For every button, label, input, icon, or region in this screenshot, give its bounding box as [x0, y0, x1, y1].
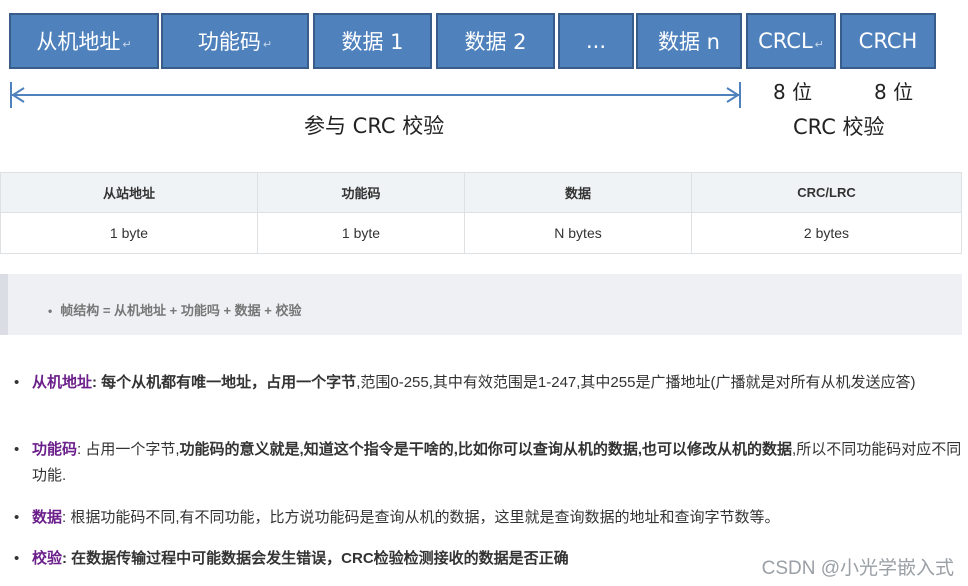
definition-text: : 根据功能码不同,有不同功能，比方说功能码是查询从机的数据，这里就是查询数据的… [62, 509, 780, 526]
bullet-icon: • [14, 550, 20, 567]
cell-data-n: 数据 n [636, 13, 742, 69]
cell-ellipsis: ... [558, 13, 634, 69]
table-cell: 1 byte [257, 212, 465, 254]
definition-bold: : 在数据传输过程中可能数据会发生错误，CRC检验检测接收的数据是否正确 [62, 550, 569, 567]
cell-label: 功能码 [197, 30, 261, 54]
bullet-icon: • [14, 441, 20, 458]
list-item: • 从机地址: 每个从机都有唯一地址，占用一个字节,范围0-255,其中有效范围是… [14, 370, 962, 396]
crch-bits-label: 8 位 [874, 80, 914, 104]
cell-label: CRCH [858, 29, 918, 53]
frame-structure-table: 从站地址 功能码 数据 CRC/LRC 1 byte 1 byte N byte… [0, 172, 962, 254]
definition-text: ,范围0-255,其中有效范围是1-247,其中255是广播地址(广播就是对所有… [356, 374, 916, 391]
definition-bold: 功能码的意义就是,知道这个指令是干啥的,比如你可以查询从机的数据,也可以修改从机… [179, 441, 793, 458]
table-header-row: 从站地址 功能码 数据 CRC/LRC [0, 172, 962, 213]
definition-text: : 占用一个字节, [77, 441, 180, 458]
cell-label: 数据 n [658, 30, 720, 54]
table-header: CRC/LRC [691, 172, 962, 213]
cell-label: CRCL [758, 29, 813, 53]
table-row: 1 byte 1 byte N bytes 2 bytes [0, 212, 962, 254]
table-cell: 2 bytes [691, 212, 962, 254]
crc-caption: CRC 校验 [793, 115, 885, 139]
crcl-bits-label: 8 位 [773, 80, 813, 104]
cell-slave-address: 从机地址 ↵ [9, 13, 159, 69]
term-checksum: 校验 [32, 550, 63, 567]
list-item: • 数据: 根据功能码不同,有不同功能，比方说功能码是查询从机的数据，这里就是查询… [14, 505, 962, 531]
cell-data-2: 数据 2 [436, 13, 555, 69]
table-header: 数据 [464, 172, 692, 213]
cell-label: 数据 2 [464, 30, 527, 54]
cell-label: 从机地址 [36, 30, 121, 54]
definition-bold: : 每个从机都有唯一地址，占用一个字节 [92, 374, 357, 391]
term-function-code: 功能码 [32, 441, 78, 458]
cell-label: ... [585, 29, 607, 53]
cell-data-1: 数据 1 [313, 13, 432, 69]
crc-range-arrow-icon [10, 82, 741, 108]
list-item: • 功能码: 占用一个字节,功能码的意义就是,知道这个指令是干啥的,比如你可以查询… [14, 437, 962, 489]
return-mark-icon: ↵ [122, 37, 132, 51]
term-slave-address: 从机地址 [32, 374, 93, 391]
return-mark-icon: ↵ [814, 37, 824, 51]
table-cell: N bytes [464, 212, 692, 254]
crc-range-caption: 参与 CRC 校验 [304, 114, 445, 138]
quote-item: 帧结构 = 从机地址 + 功能吗 + 数据 + 校验 [48, 300, 301, 319]
table-header: 从站地址 [0, 172, 258, 213]
term-data: 数据 [32, 509, 63, 526]
blockquote: 帧结构 = 从机地址 + 功能吗 + 数据 + 校验 [0, 274, 962, 335]
cell-function-code: 功能码 ↵ [161, 13, 309, 69]
table-header: 功能码 [257, 172, 465, 213]
bullet-icon: • [14, 509, 20, 526]
cell-crcl: CRCL ↵ [746, 13, 836, 69]
return-mark-icon: ↵ [262, 37, 273, 51]
table-cell: 1 byte [0, 212, 258, 254]
watermark: CSDN @小光学嵌入式 [761, 558, 954, 579]
cell-label: 数据 1 [341, 30, 404, 54]
bullet-icon: • [14, 374, 20, 391]
cell-crch: CRCH [840, 13, 936, 69]
